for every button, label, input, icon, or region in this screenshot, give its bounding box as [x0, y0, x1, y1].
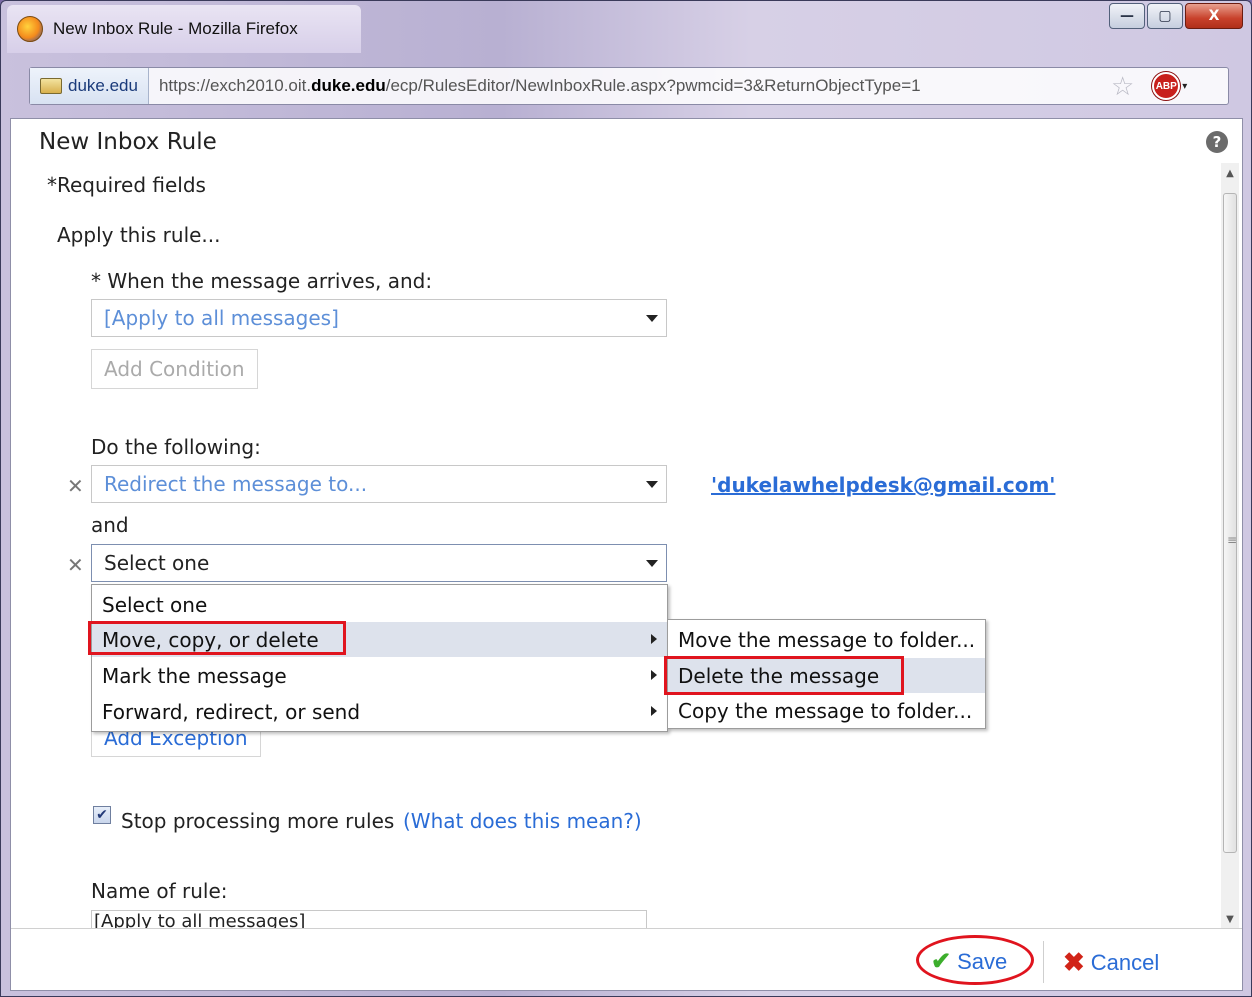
url-suffix: /ecp/RulesEditor/NewInboxRule.aspx?pwmci… [385, 76, 921, 95]
dropdown-arrow-icon [646, 315, 658, 322]
site-identity-label: duke.edu [68, 76, 138, 95]
menu-item-label: Forward, redirect, or send [102, 699, 361, 724]
url-prefix: https://exch2010.oit. [158, 76, 312, 95]
url-domain: duke.edu [311, 76, 386, 95]
submenu-item-move-to-folder[interactable]: Move the message to folder... [668, 622, 985, 657]
do-following-label: Do the following: [91, 435, 261, 459]
menu-item-label: Move, copy, or delete [102, 627, 319, 652]
action-dropdown-1[interactable]: Redirect the message to... [91, 465, 667, 503]
minimize-button[interactable]: — [1109, 3, 1145, 29]
stop-processing-label: Stop processing more rules [121, 809, 395, 833]
remove-action-icon[interactable]: ✕ [67, 553, 84, 577]
cancel-button[interactable]: ✖ Cancel [1063, 947, 1159, 978]
firefox-icon [17, 16, 43, 42]
scrollbar-thumb[interactable]: ≡ [1223, 193, 1237, 853]
help-icon[interactable]: ? [1206, 131, 1228, 153]
address-bar[interactable]: duke.edu https://exch2010.oit.duke.edu/e… [29, 67, 1229, 105]
adblock-menu-arrow-icon[interactable]: ▾ [1182, 81, 1187, 92]
rule-name-label: Name of rule: [91, 879, 228, 903]
page-title: New Inbox Rule [39, 129, 217, 155]
stop-processing-checkbox[interactable]: ✔ [93, 806, 111, 824]
dialog-content: New Inbox Rule ? *Required fields Apply … [10, 118, 1243, 991]
vertical-scrollbar[interactable]: ▲ ≡ ▼ [1221, 163, 1239, 929]
scrollbar-grip-icon: ≡ [1227, 533, 1238, 547]
dropdown-arrow-icon [646, 481, 658, 488]
site-identity-button[interactable]: duke.edu [30, 68, 149, 104]
url-text[interactable]: https://exch2010.oit.duke.edu/ecp/RulesE… [159, 76, 1089, 96]
title-bar: New Inbox Rule - Mozilla Firefox — ▢ X [1, 1, 1251, 57]
add-condition-button[interactable]: Add Condition [91, 349, 258, 389]
site-identity-icon [40, 78, 62, 94]
action-2-value: Select one [104, 551, 210, 575]
submenu-arrow-icon [651, 670, 657, 680]
cancel-label: Cancel [1090, 949, 1160, 975]
close-button[interactable]: X [1185, 3, 1243, 29]
action-menu: Select one Move, copy, or delete Mark th… [91, 584, 668, 732]
maximize-button[interactable]: ▢ [1147, 3, 1183, 29]
adblock-plus-icon[interactable]: ABP [1152, 72, 1181, 100]
remove-action-icon[interactable]: ✕ [67, 474, 84, 498]
scroll-up-icon[interactable]: ▲ [1221, 163, 1239, 183]
menu-item-move-copy-delete[interactable]: Move, copy, or delete [92, 622, 667, 657]
and-label: and [91, 513, 129, 537]
menu-item-select-one[interactable]: Select one [92, 587, 667, 622]
save-check-icon: ✔ [931, 948, 952, 975]
redirect-target-link[interactable]: 'dukelawhelpdesk@gmail.com' [711, 473, 1055, 497]
submenu-item-delete-message[interactable]: Delete the message [668, 658, 985, 693]
checkbox-check-icon: ✔ [96, 807, 108, 823]
action-submenu: Move the message to folder... Delete the… [667, 619, 986, 729]
what-does-this-mean-link[interactable]: (What does this mean?) [403, 809, 642, 833]
menu-item-label: Mark the message [102, 663, 287, 688]
rule-form: *Required fields Apply this rule... * Wh… [11, 161, 1223, 929]
submenu-arrow-icon [651, 634, 657, 644]
save-label: Save [957, 948, 1008, 974]
footer-divider [1043, 941, 1044, 983]
action-1-value: Redirect the message to... [104, 472, 368, 496]
dialog-footer: ✔ Save ✖ Cancel [11, 928, 1242, 990]
menu-item-mark-message[interactable]: Mark the message [92, 658, 667, 693]
save-button[interactable]: ✔ Save [931, 947, 1007, 976]
required-fields-note: *Required fields [47, 173, 206, 197]
submenu-item-copy-to-folder[interactable]: Copy the message to folder... [668, 693, 985, 728]
condition-value: [Apply to all messages] [104, 306, 339, 330]
dropdown-arrow-icon [646, 560, 658, 567]
window-title-area: New Inbox Rule - Mozilla Firefox [7, 5, 361, 53]
condition-dropdown[interactable]: [Apply to all messages] [91, 299, 667, 337]
window-controls: — ▢ X [1109, 3, 1243, 29]
cancel-x-icon: ✖ [1063, 947, 1085, 977]
when-label: * When the message arrives, and: [91, 269, 433, 293]
menu-item-forward-redirect-send[interactable]: Forward, redirect, or send [92, 694, 667, 729]
submenu-arrow-icon [651, 706, 657, 716]
browser-window: New Inbox Rule - Mozilla Firefox — ▢ X d… [0, 0, 1252, 997]
apply-rule-heading: Apply this rule... [57, 223, 221, 247]
rule-name-input[interactable]: [Apply to all messages] [91, 910, 647, 929]
scroll-down-icon[interactable]: ▼ [1221, 909, 1239, 929]
bookmark-star-icon[interactable]: ☆ [1111, 71, 1134, 102]
window-title: New Inbox Rule - Mozilla Firefox [53, 19, 298, 38]
action-dropdown-2[interactable]: Select one [91, 544, 667, 582]
